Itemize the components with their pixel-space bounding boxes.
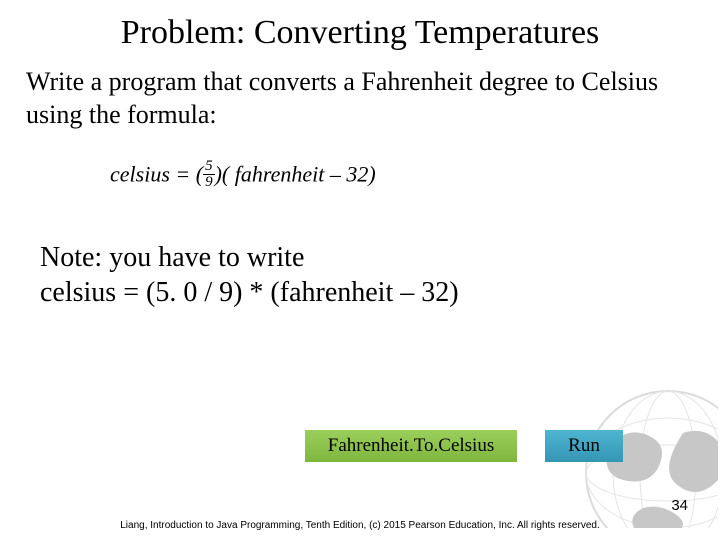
slide-title: Problem: Converting Temperatures xyxy=(0,0,720,60)
copyright-footer: Liang, Introduction to Java Programming,… xyxy=(0,520,720,532)
formula-eq: = ( xyxy=(170,162,203,187)
formula: celsius = (59)( fahrenheit – 32) xyxy=(0,131,720,192)
note-block: Note: you have to write celsius = (5. 0 … xyxy=(0,192,720,310)
button-row: Fahrenheit.To.Celsius Run xyxy=(305,430,623,462)
file-button[interactable]: Fahrenheit.To.Celsius xyxy=(305,430,517,462)
page-number: 34 xyxy=(671,497,688,514)
formula-rhs-var: fahrenheit xyxy=(235,162,325,187)
run-button[interactable]: Run xyxy=(545,430,623,462)
formula-denominator: 9 xyxy=(203,175,215,190)
formula-numerator: 5 xyxy=(203,159,215,175)
problem-statement: Write a program that converts a Fahrenhe… xyxy=(0,60,720,131)
formula-tail: – 32) xyxy=(324,162,375,187)
note-line-1: Note: you have to write xyxy=(40,240,694,275)
formula-lhs: celsius xyxy=(110,162,170,187)
note-line-2: celsius = (5. 0 / 9) * (fahrenheit – 32) xyxy=(40,275,694,310)
slide: Problem: Converting Temperatures Write a… xyxy=(0,0,720,540)
formula-fraction: 59 xyxy=(203,159,215,190)
formula-mid: )( xyxy=(215,162,235,187)
